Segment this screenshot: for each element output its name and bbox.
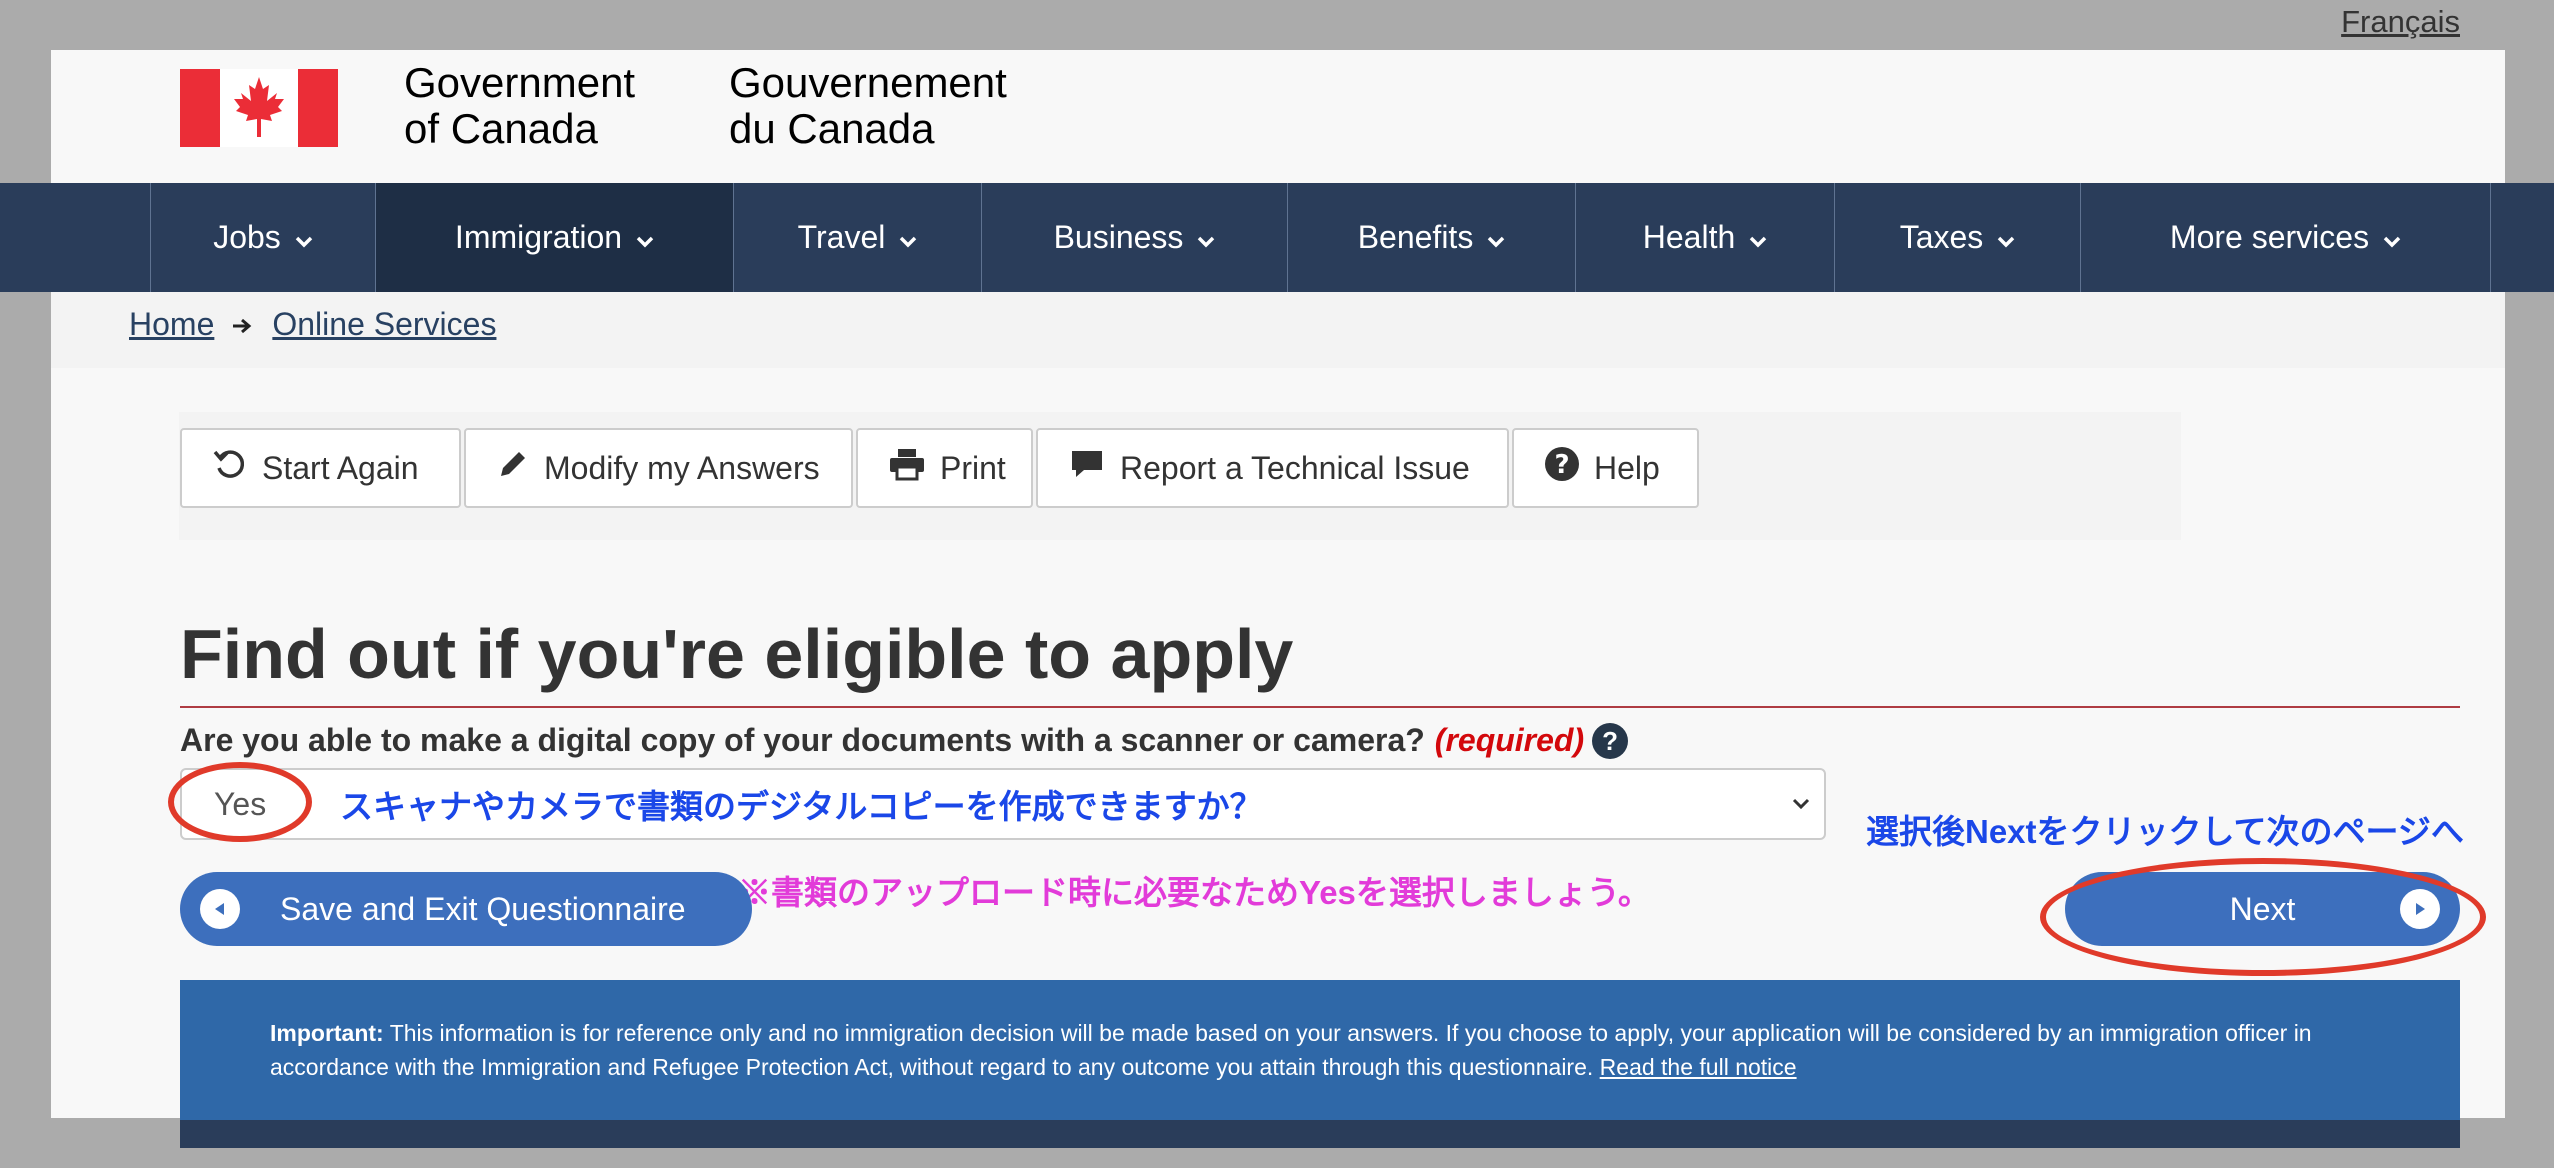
- select-translation-annotation: スキャナやカメラで書類のデジタルコピーを作成できますか？: [340, 788, 1263, 825]
- site-header: Government of Canada Gouvernement du Can…: [51, 50, 2505, 182]
- breadcrumb-online-services-link[interactable]: Online Services: [272, 306, 496, 343]
- required-indicator: (required): [1434, 722, 1585, 758]
- chevron-down-icon: [2383, 219, 2401, 256]
- toolbar: Start Again Modify my Answers Print Repo…: [180, 428, 1702, 508]
- upload-note-annotation: ※書類のアップロード時に必要なためYesを選択しましょう。: [738, 874, 1651, 911]
- nav-item-more-services[interactable]: More services: [2081, 183, 2491, 292]
- question-label: Are you able to make a digital copy of y…: [180, 722, 1629, 759]
- chevron-down-icon: [1487, 219, 1505, 256]
- next-instruction-annotation: 選択後Nextをクリックして次のページへ: [1866, 813, 2464, 850]
- yes-highlight-circle: [168, 762, 312, 842]
- chevron-down-icon: [295, 219, 313, 256]
- nav-item-benefits[interactable]: Benefits: [1288, 183, 1576, 292]
- chevron-down-icon: [636, 219, 654, 256]
- report-issue-button[interactable]: Report a Technical Issue: [1036, 428, 1509, 508]
- important-notice: Important: This information is for refer…: [180, 980, 2460, 1148]
- arrow-left-icon: [200, 889, 240, 929]
- nav-item-immigration[interactable]: Immigration: [376, 183, 734, 292]
- nav-item-health[interactable]: Health: [1576, 183, 1835, 292]
- comment-icon: [1068, 448, 1120, 488]
- nav-item-travel[interactable]: Travel: [734, 183, 982, 292]
- notice-bottom-bar: [180, 1120, 2460, 1148]
- question-help-icon[interactable]: ?: [1592, 722, 1629, 759]
- chevron-down-icon: [1790, 792, 1812, 819]
- notice-text: This information is for reference only a…: [270, 1020, 2312, 1080]
- next-highlight-circle: [2040, 858, 2486, 976]
- signature-english: Government of Canada: [404, 59, 636, 152]
- chevron-down-icon: [1749, 219, 1767, 256]
- modify-answers-button[interactable]: Modify my Answers: [464, 428, 853, 508]
- nav-item-jobs[interactable]: Jobs: [151, 183, 376, 292]
- read-full-notice-link[interactable]: Read the full notice: [1600, 1054, 1797, 1080]
- notice-label: Important:: [270, 1020, 384, 1046]
- help-button[interactable]: ? Help: [1512, 428, 1699, 508]
- title-rule: [180, 706, 2460, 708]
- chevron-down-icon: [899, 219, 917, 256]
- signature-french: Gouvernement du Canada: [729, 59, 1007, 152]
- start-again-button[interactable]: Start Again: [180, 428, 461, 508]
- svg-text:?: ?: [1554, 450, 1569, 480]
- printer-icon: [888, 447, 940, 489]
- save-exit-button[interactable]: Save and Exit Questionnaire: [180, 872, 752, 946]
- pencil-icon: [496, 447, 544, 489]
- question-circle-icon: ?: [1544, 446, 1594, 490]
- breadcrumb-home-link[interactable]: Home: [129, 306, 214, 343]
- arrow-right-icon: [232, 306, 254, 343]
- canada-flag-logo: [180, 69, 338, 147]
- nav-item-taxes[interactable]: Taxes: [1835, 183, 2081, 292]
- breadcrumb: Home Online Services: [129, 306, 496, 343]
- print-button[interactable]: Print: [856, 428, 1033, 508]
- nav-item-business[interactable]: Business: [982, 183, 1288, 292]
- refresh-icon: [212, 446, 262, 490]
- language-toggle-link[interactable]: Français: [2341, 4, 2460, 40]
- main-nav: Jobs Immigration Travel Business Benefit…: [0, 183, 2554, 292]
- page-title: Find out if you're eligible to apply: [180, 615, 1294, 693]
- chevron-down-icon: [1997, 219, 2015, 256]
- chevron-down-icon: [1197, 219, 1215, 256]
